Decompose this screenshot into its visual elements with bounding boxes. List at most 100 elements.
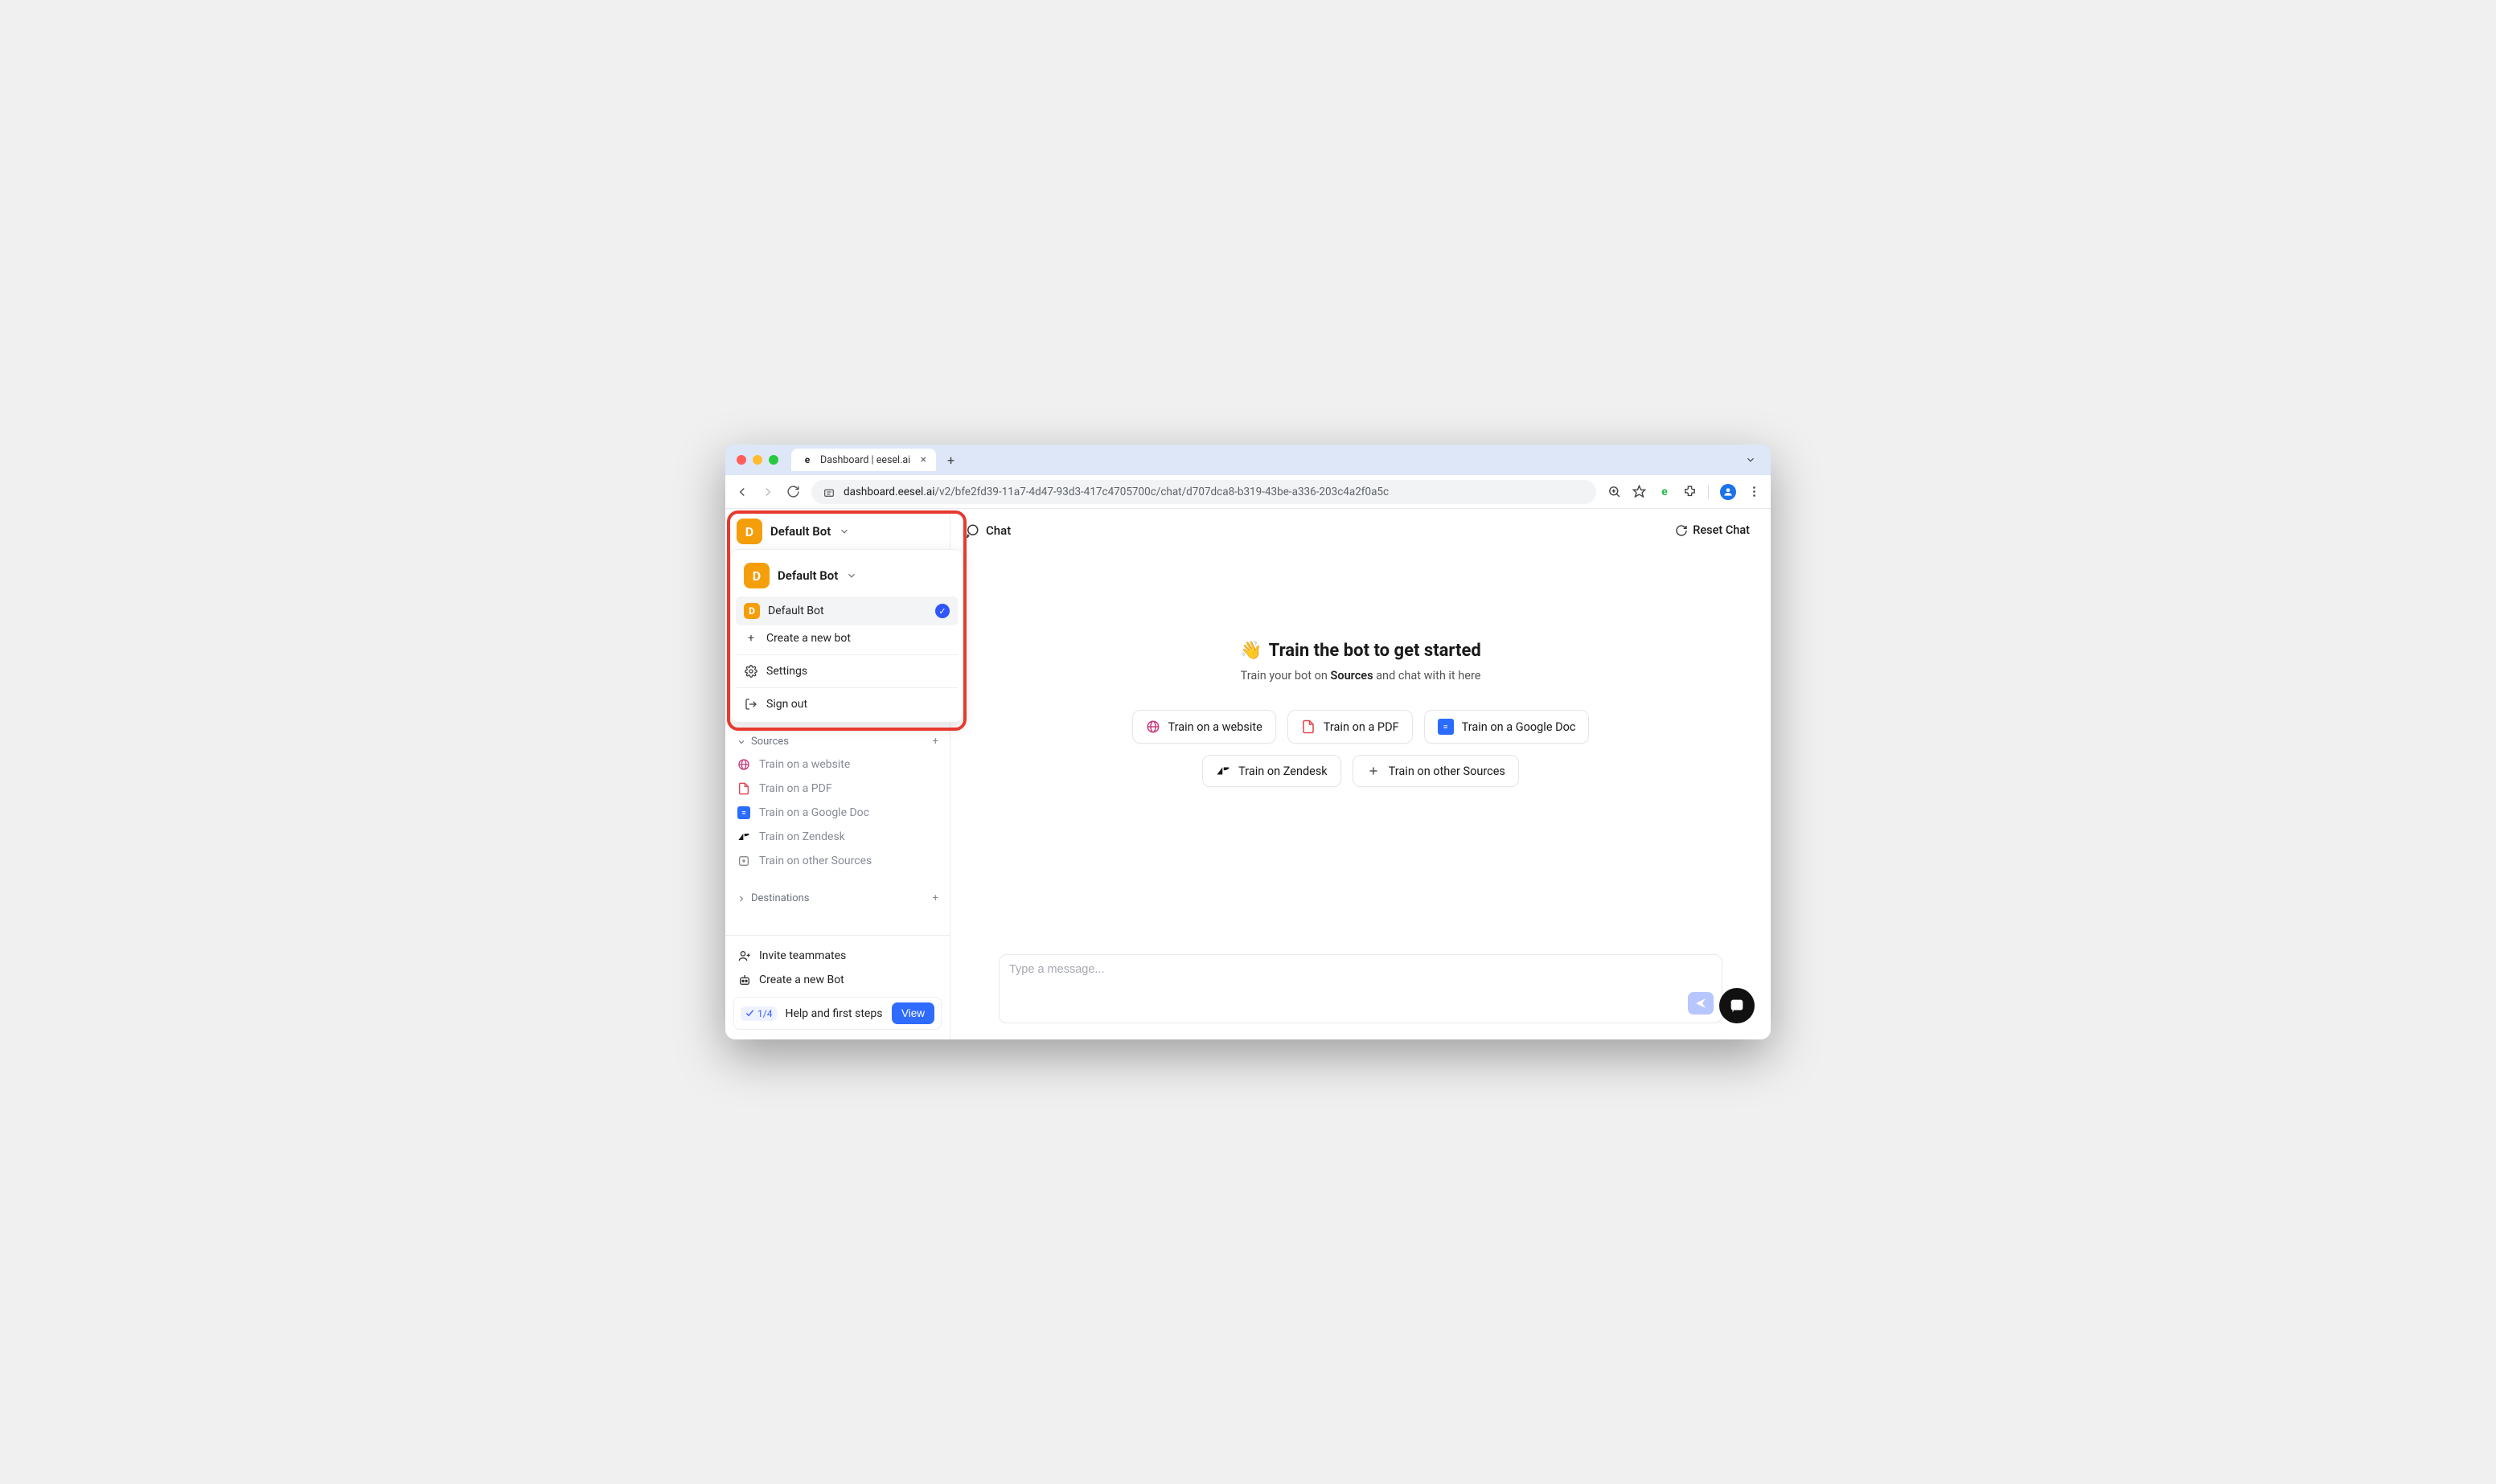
dropdown-item-default-bot[interactable]: D Default Bot ✓	[736, 596, 958, 625]
extension-eesel-icon[interactable]: e	[1657, 485, 1672, 499]
reset-label: Reset Chat	[1693, 523, 1750, 537]
hero-title: 👋 Train the bot to get started	[1240, 641, 1480, 661]
plus-icon	[1366, 764, 1381, 778]
browser-tab[interactable]: e Dashboard | eesel.ai ×	[791, 449, 936, 471]
bot-icon	[738, 974, 751, 986]
back-button[interactable]	[735, 485, 749, 499]
minimize-window-button[interactable]	[753, 455, 762, 465]
close-window-button[interactable]	[737, 455, 746, 465]
dropdown-item-settings[interactable]: Settings	[736, 658, 958, 684]
signout-icon	[744, 698, 758, 711]
google-doc-icon: ≡	[737, 806, 751, 819]
chip-train-pdf[interactable]: Train on a PDF	[1287, 710, 1413, 744]
maximize-window-button[interactable]	[769, 455, 778, 465]
sidebar-item-train-zendesk[interactable]: Train on Zendesk	[725, 825, 950, 849]
bot-avatar: D	[737, 519, 762, 544]
dropdown-item-label: Create a new bot	[766, 632, 851, 645]
chat-tab[interactable]: Chat	[965, 523, 1011, 538]
create-bot-link[interactable]: Create a new Bot	[733, 968, 942, 992]
chip-train-gdoc[interactable]: ≡ Train on a Google Doc	[1424, 710, 1590, 744]
chevron-right-icon	[737, 894, 746, 904]
app-shell: D Default Bot D Default Bot D D	[725, 509, 1771, 1039]
bot-name: Default Bot	[778, 568, 838, 583]
chip-train-zendesk[interactable]: Train on Zendesk	[1202, 755, 1341, 787]
user-plus-icon	[738, 949, 751, 962]
link-label: Create a new Bot	[759, 974, 844, 986]
address-bar[interactable]: dashboard.eesel.ai/v2/bfe2fd39-11a7-4d47…	[811, 480, 1596, 504]
new-tab-button[interactable]: +	[942, 453, 959, 468]
chat-icon	[965, 523, 979, 538]
globe-icon	[737, 758, 751, 771]
section-label: Sources	[751, 736, 789, 748]
help-widget[interactable]: 1/4 Help and first steps View	[733, 997, 942, 1030]
sidebar-item-train-website[interactable]: Train on a website	[725, 752, 950, 777]
intercom-launcher[interactable]	[1719, 988, 1755, 1023]
browser-url-bar: dashboard.eesel.ai/v2/bfe2fd39-11a7-4d47…	[725, 475, 1771, 509]
browser-tab-bar: e Dashboard | eesel.ai × +	[725, 445, 1771, 475]
sidebar-item-label: Train on a website	[759, 758, 850, 771]
reload-button[interactable]	[786, 485, 800, 498]
dropdown-header: D Default Bot	[736, 555, 958, 596]
forward-button[interactable]	[761, 485, 775, 499]
sidebar-item-train-gdoc[interactable]: ≡ Train on a Google Doc	[725, 801, 950, 825]
bot-avatar-small: D	[744, 603, 760, 619]
compose-box[interactable]	[999, 954, 1722, 1023]
bot-name: Default Bot	[770, 524, 831, 539]
chip-label: Train on a PDF	[1324, 720, 1399, 734]
bookmark-icon[interactable]	[1632, 485, 1646, 498]
message-input[interactable]	[1009, 963, 1712, 976]
browser-window: e Dashboard | eesel.ai × + dashboard.ees…	[725, 445, 1771, 1039]
profile-button[interactable]	[1720, 484, 1736, 500]
sidebar-section-destinations[interactable]: Destinations +	[725, 888, 950, 909]
wave-emoji: 👋	[1240, 641, 1262, 661]
chip-train-other[interactable]: Train on other Sources	[1353, 755, 1519, 787]
add-destination-icon[interactable]: +	[933, 892, 938, 904]
tab-overflow-icon[interactable]	[1737, 454, 1764, 465]
bot-switcher[interactable]: D Default Bot	[725, 509, 950, 554]
chip-train-website[interactable]: Train on a website	[1132, 710, 1276, 744]
send-button[interactable]	[1688, 992, 1714, 1015]
chevron-down-icon	[737, 737, 746, 747]
globe-icon	[1146, 719, 1160, 734]
check-icon: ✓	[935, 604, 950, 618]
dropdown-item-label: Default Bot	[768, 605, 824, 617]
invite-teammates-link[interactable]: Invite teammates	[733, 944, 942, 968]
window-controls	[737, 455, 778, 465]
url-path: /v2/bfe2fd39-11a7-4d47-93d3-417c4705700c…	[935, 486, 1390, 498]
sidebar-item-label: Train on other Sources	[759, 855, 872, 867]
add-source-icon[interactable]: +	[933, 736, 938, 748]
hero-subtitle: Train your bot on Sources and chat with …	[1241, 669, 1481, 683]
zoom-icon[interactable]	[1607, 485, 1621, 498]
bot-avatar: D	[744, 563, 770, 588]
toolbar-divider	[1708, 485, 1709, 499]
site-info-icon[interactable]	[823, 486, 835, 498]
plus-box-icon	[737, 855, 751, 867]
chevron-down-icon	[846, 570, 857, 581]
gear-icon	[744, 665, 758, 678]
chat-label-text: Chat	[986, 523, 1011, 538]
sidebar-item-train-pdf[interactable]: Train on a PDF	[725, 777, 950, 801]
pdf-icon	[737, 782, 751, 795]
extensions-icon[interactable]	[1683, 485, 1697, 498]
sidebar-item-label: Train on a Google Doc	[759, 806, 869, 819]
chevron-down-icon	[839, 526, 850, 537]
sidebar-item-train-other[interactable]: Train on other Sources	[725, 849, 950, 873]
sidebar-section-sources[interactable]: Sources +	[725, 731, 950, 752]
refresh-icon	[1675, 524, 1688, 537]
chip-label: Train on a website	[1168, 720, 1262, 734]
dropdown-separator	[736, 687, 958, 688]
dropdown-separator	[736, 654, 958, 655]
reset-chat-button[interactable]: Reset Chat	[1669, 519, 1756, 542]
view-button[interactable]: View	[892, 1002, 934, 1024]
dropdown-item-create-bot[interactable]: + Create a new bot	[736, 625, 958, 651]
kebab-menu-icon[interactable]	[1747, 485, 1761, 498]
dropdown-item-label: Settings	[766, 665, 807, 678]
sidebar: D Default Bot D Default Bot D D	[725, 509, 950, 1039]
dropdown-item-signout[interactable]: Sign out	[736, 691, 958, 717]
close-tab-icon[interactable]: ×	[921, 453, 926, 466]
sidebar-item-label: Train on Zendesk	[759, 830, 845, 843]
chip-label: Train on other Sources	[1389, 765, 1505, 778]
chat-body: 👋 Train the bot to get started Train you…	[950, 552, 1771, 922]
chip-label: Train on Zendesk	[1238, 765, 1328, 778]
progress-badge: 1/4	[741, 1006, 777, 1021]
